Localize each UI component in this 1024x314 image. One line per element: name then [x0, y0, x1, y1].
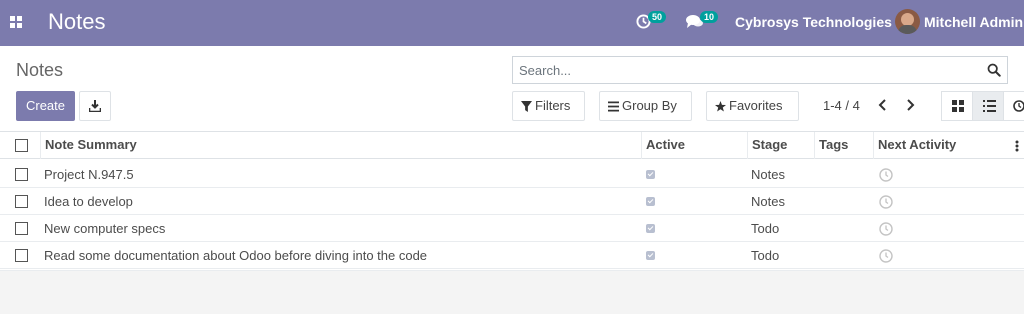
kanban-view-icon — [952, 100, 964, 112]
favorites-button[interactable]: Favorites — [706, 91, 799, 121]
chevron-left-icon[interactable] — [877, 99, 889, 111]
star-icon — [715, 101, 726, 112]
download-icon — [89, 100, 101, 112]
top-navbar: Notes 50 10 Cybrosys Technologies Mitche… — [0, 0, 1024, 46]
list-view-button[interactable] — [972, 91, 1004, 121]
company-switcher[interactable]: Cybrosys Technologies — [735, 14, 892, 30]
chevron-right-icon[interactable] — [904, 99, 916, 111]
kanban-view-button[interactable] — [941, 91, 973, 121]
activity-clock-icon[interactable] — [879, 222, 893, 236]
pager-value[interactable]: 1-4 / 4 — [823, 98, 860, 113]
favorites-label: Favorites — [729, 98, 783, 113]
list-footer — [0, 270, 1024, 314]
app-title[interactable]: Notes — [48, 9, 105, 35]
activity-count-badge: 50 — [648, 11, 667, 23]
activity-clock-icon[interactable] — [879, 168, 893, 182]
filters-label: Filters — [535, 98, 571, 113]
stage-value: Notes — [751, 167, 785, 182]
notes-list-table: Note Summary Active Stage Tags Next Acti… — [0, 132, 1024, 270]
activity-clock-icon[interactable] — [879, 195, 893, 209]
row-checkbox[interactable] — [15, 195, 28, 208]
row-checkbox[interactable] — [15, 222, 28, 235]
kebab-icon[interactable] — [1015, 140, 1019, 152]
messages-menu[interactable]: 10 — [686, 11, 720, 32]
active-checkbox — [646, 170, 655, 179]
note-summary: Idea to develop — [44, 194, 133, 209]
note-summary: New computer specs — [44, 221, 166, 236]
stage-value: Todo — [751, 221, 780, 236]
active-checkbox — [646, 251, 655, 260]
filter-icon — [521, 101, 532, 112]
active-checkbox — [646, 224, 655, 233]
stage-value: Notes — [751, 194, 785, 209]
groupby-label: Group By — [622, 98, 677, 113]
control-panel: Notes Create Filters Group By Favorites … — [0, 46, 1024, 132]
search-icon[interactable] — [987, 63, 1001, 77]
user-menu[interactable]: Mitchell Admin — [924, 14, 1023, 30]
messages-count-badge: 10 — [700, 11, 719, 23]
select-all-checkbox[interactable] — [15, 139, 28, 152]
table-header: Note Summary Active Stage Tags Next Acti… — [0, 132, 1024, 159]
search-bar[interactable] — [512, 56, 1008, 84]
column-header-next-activity[interactable]: Next Activity — [873, 132, 1013, 159]
table-row[interactable]: Idea to develop Notes — [0, 188, 1024, 215]
groupby-icon — [608, 101, 619, 112]
note-summary: Project N.947.5 — [44, 167, 134, 182]
create-button[interactable]: Create — [16, 91, 75, 121]
table-row[interactable]: Project N.947.5 Notes — [0, 161, 1024, 188]
table-row[interactable]: Read some documentation about Odoo befor… — [0, 242, 1024, 269]
groupby-button[interactable]: Group By — [599, 91, 692, 121]
active-checkbox — [646, 197, 655, 206]
note-summary: Read some documentation about Odoo befor… — [44, 248, 428, 263]
column-header-summary[interactable]: Note Summary — [40, 132, 641, 159]
avatar[interactable] — [895, 9, 920, 34]
activity-view-button[interactable] — [1003, 91, 1024, 121]
table-row[interactable]: New computer specs Todo — [0, 215, 1024, 242]
filters-button[interactable]: Filters — [512, 91, 585, 121]
stage-value: Todo — [751, 248, 780, 263]
list-view-icon — [983, 100, 996, 112]
breadcrumb: Notes — [16, 60, 64, 80]
apps-icon[interactable] — [10, 16, 22, 28]
download-button[interactable] — [79, 91, 111, 121]
search-input[interactable] — [519, 60, 979, 80]
column-header-stage[interactable]: Stage — [747, 132, 814, 159]
column-header-active[interactable]: Active — [641, 132, 747, 159]
activity-view-icon — [1013, 100, 1024, 112]
row-checkbox[interactable] — [15, 249, 28, 262]
column-header-tags[interactable]: Tags — [814, 132, 873, 159]
activity-menu[interactable]: 50 — [636, 11, 667, 32]
activity-clock-icon[interactable] — [879, 249, 893, 263]
row-checkbox[interactable] — [15, 168, 28, 181]
